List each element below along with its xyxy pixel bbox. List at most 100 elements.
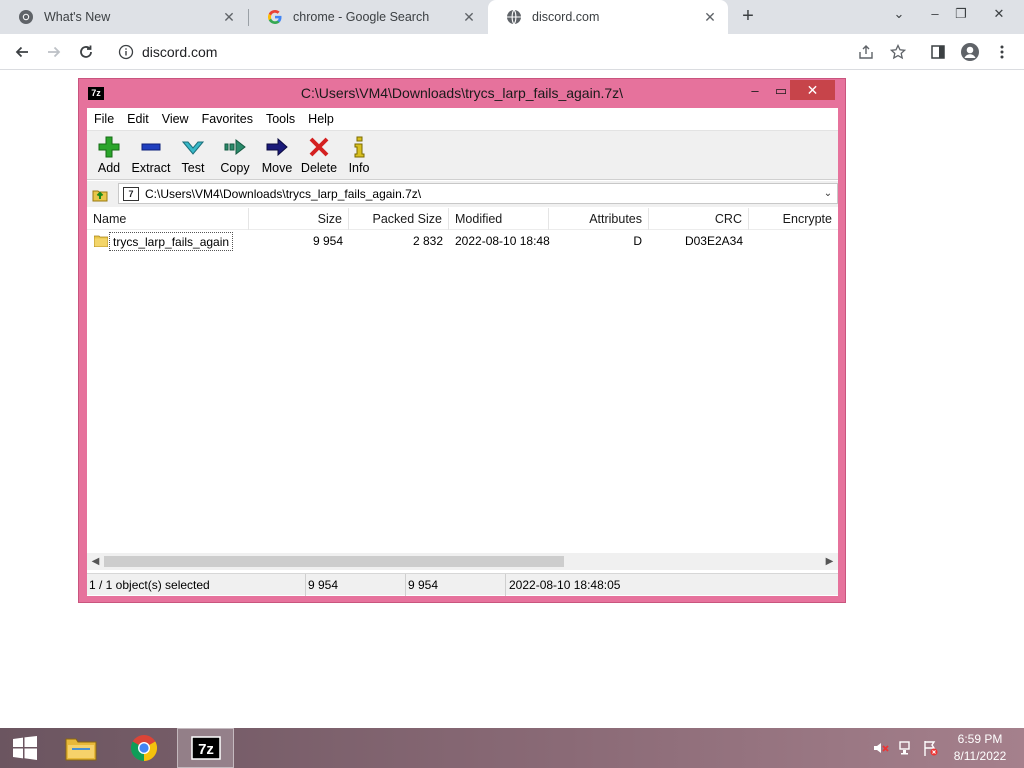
restore-button[interactable]: ❐ (946, 3, 976, 25)
sevenzip-window: 7z C:\Users\VM4\Downloads\trycs_larp_fai… (78, 78, 846, 603)
tab-discord[interactable]: discord.com ✕ (488, 0, 728, 34)
copy-arrow-icon (223, 135, 247, 159)
menu-favorites[interactable]: Favorites (195, 112, 259, 126)
google-logo-icon (267, 9, 283, 25)
back-button[interactable] (10, 40, 34, 64)
column-modified[interactable]: Modified (449, 208, 549, 230)
tab-title: chrome - Google Search (293, 10, 430, 24)
sevenzip-titlebar[interactable]: 7z C:\Users\VM4\Downloads\trycs_larp_fai… (79, 79, 845, 107)
row-packed-size: 2 832 (412, 234, 443, 248)
7zip-icon: 7z (190, 736, 221, 760)
copy-button[interactable]: Copy (213, 133, 257, 179)
scrollbar-thumb[interactable] (104, 556, 564, 567)
status-size: 9 954 (306, 574, 406, 596)
test-check-icon (181, 135, 205, 159)
start-button[interactable] (0, 728, 50, 768)
tab-google-search[interactable]: chrome - Google Search ✕ (249, 0, 487, 34)
folder-up-icon (92, 190, 108, 202)
move-button[interactable]: Move (255, 133, 299, 179)
test-button[interactable]: Test (171, 133, 215, 179)
extract-button[interactable]: Extract (129, 133, 173, 179)
file-explorer-button[interactable] (58, 728, 104, 768)
column-crc[interactable]: CRC (649, 208, 749, 230)
forward-button[interactable] (42, 40, 66, 64)
window-close-button[interactable]: ✕ (984, 3, 1014, 25)
row-crc: D03E2A34 (684, 234, 743, 248)
close-button[interactable]: ✕ (790, 80, 835, 100)
file-list[interactable]: Name Size Packed Size Modified Attribute… (87, 208, 838, 553)
site-info-icon[interactable] (118, 44, 134, 60)
menu-file[interactable]: File (87, 112, 120, 126)
close-icon[interactable]: ✕ (461, 9, 477, 25)
menu-view[interactable]: View (155, 112, 195, 126)
path-combobox[interactable]: 7 C:\Users\VM4\Downloads\trycs_larp_fail… (118, 183, 838, 204)
delete-button[interactable]: Delete (297, 133, 341, 179)
toolbar: Add Extract Test Copy Move Delete Info (87, 130, 838, 180)
status-modified: 2022-08-10 18:48:05 (509, 578, 621, 592)
tab-title: discord.com (532, 10, 600, 24)
tab-title: What's New (44, 10, 111, 24)
row-size: 9 954 (312, 234, 343, 248)
menu-tools[interactable]: Tools (259, 112, 301, 126)
path-text: C:\Users\VM4\Downloads\trycs_larp_fails_… (145, 186, 422, 201)
status-packed-size: 9 954 (406, 574, 506, 596)
move-arrow-icon (265, 135, 289, 159)
scroll-right-icon[interactable]: ▶ (821, 553, 838, 570)
menu-edit[interactable]: Edit (120, 112, 155, 126)
share-icon[interactable] (854, 40, 878, 64)
url-text: discord.com (142, 44, 218, 60)
add-button[interactable]: Add (87, 133, 131, 179)
close-icon[interactable]: ✕ (702, 9, 718, 25)
7zip-taskbar-button[interactable]: 7z (177, 728, 234, 768)
row-modified: 2022-08-10 18:48 (455, 234, 550, 248)
chevron-down-icon[interactable]: ⌄ (821, 187, 835, 201)
forward-arrow-icon (48, 46, 61, 58)
clock-time: 6:59 PM (957, 732, 1003, 746)
column-name[interactable]: Name (87, 208, 249, 230)
up-folder-button[interactable] (91, 185, 109, 203)
table-row[interactable]: trycs_larp_fails_again 9 954 2 832 2022-… (87, 232, 838, 251)
close-icon[interactable]: ✕ (221, 9, 237, 25)
profile-avatar-icon[interactable] (958, 40, 982, 64)
column-encrypted[interactable]: Encrypte (749, 208, 838, 230)
add-plus-icon (97, 135, 121, 159)
bookmark-star-icon[interactable] (886, 40, 910, 64)
scroll-left-icon[interactable]: ◀ (87, 553, 104, 570)
minimize-button[interactable]: – (743, 81, 767, 101)
tab-search-chevron-icon[interactable]: ⌄ (884, 3, 914, 25)
info-icon (347, 135, 371, 159)
row-name[interactable]: trycs_larp_fails_again (109, 232, 234, 251)
clock-date: 8/11/2022 (953, 749, 1007, 763)
new-tab-button[interactable]: + (737, 6, 759, 28)
action-center-flag-icon[interactable] (922, 740, 938, 756)
status-selection: 1 / 1 object(s) selected (87, 574, 306, 596)
back-arrow-icon (15, 46, 28, 58)
address-bar[interactable]: discord.com (108, 38, 920, 66)
side-panel-icon[interactable] (926, 40, 950, 64)
window-title: C:\Users\VM4\Downloads\trycs_larp_fails_… (300, 85, 624, 101)
speaker-muted-icon[interactable] (873, 740, 889, 756)
list-header: Name Size Packed Size Modified Attribute… (87, 208, 838, 230)
column-size[interactable]: Size (249, 208, 349, 230)
column-packed-size[interactable]: Packed Size (349, 208, 449, 230)
chrome-menu-icon[interactable] (990, 40, 1014, 64)
info-button[interactable]: Info (337, 133, 381, 179)
windows-logo-icon (13, 736, 37, 760)
system-clock[interactable]: 6:59 PM 8/11/2022 (940, 731, 1020, 765)
chrome-logo-icon (18, 9, 34, 25)
reload-button[interactable] (74, 40, 98, 64)
column-attributes[interactable]: Attributes (549, 208, 649, 230)
browser-toolbar: discord.com (0, 34, 1024, 70)
svg-text:7z: 7z (198, 741, 214, 758)
reload-icon (80, 45, 92, 58)
row-attributes: D (633, 234, 642, 248)
globe-icon (506, 9, 522, 25)
chrome-icon (130, 735, 158, 762)
menu-help[interactable]: Help (301, 112, 340, 126)
tab-whats-new[interactable]: What's New ✕ (0, 0, 247, 34)
menu-bar: File Edit View Favorites Tools Help (87, 108, 838, 129)
horizontal-scrollbar[interactable]: ◀ ▶ (87, 553, 838, 570)
chrome-taskbar-button[interactable] (116, 728, 172, 768)
network-icon[interactable] (898, 740, 914, 756)
browser-tab-strip: What's New ✕ chrome - Google Search ✕ di… (0, 0, 1024, 34)
